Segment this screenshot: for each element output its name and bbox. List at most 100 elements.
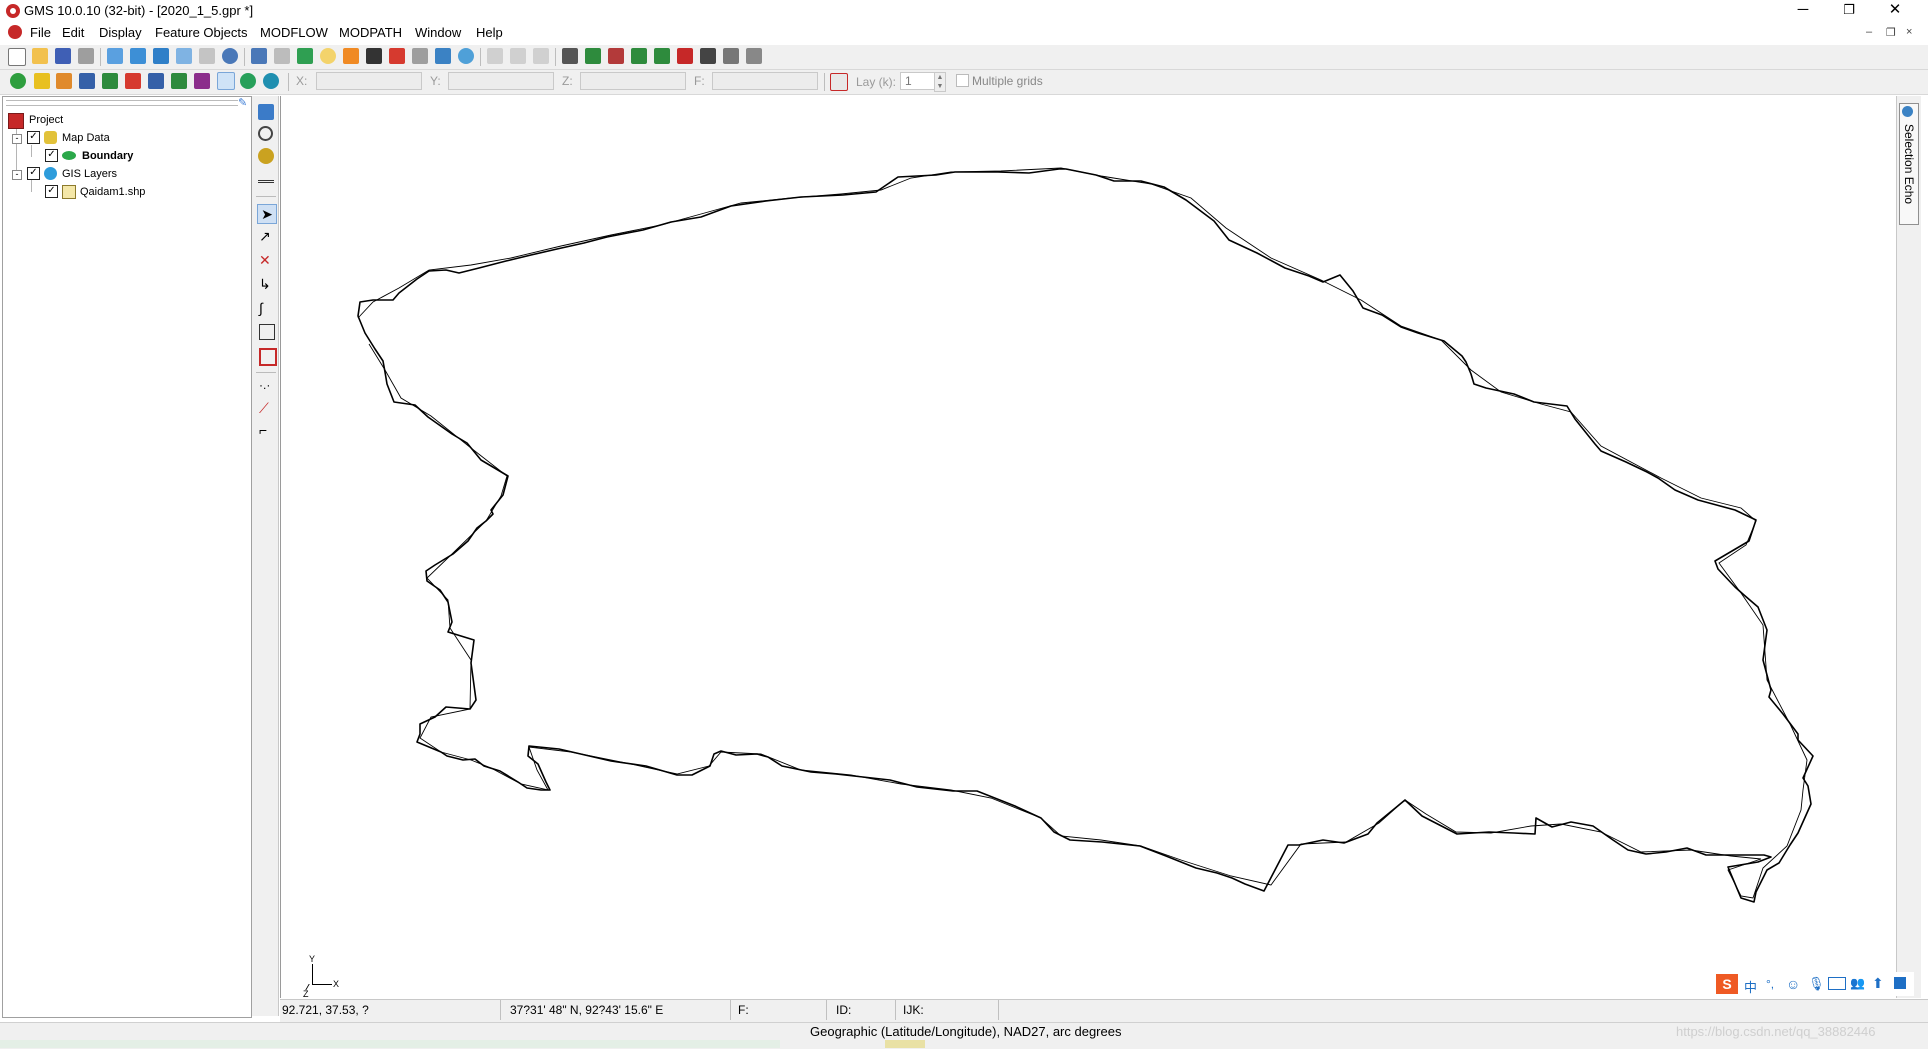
map-to-mesh-icon[interactable] [510,48,526,64]
z-coordinate-field[interactable] [580,72,686,90]
tree-item-map-data[interactable]: Map Data [62,132,110,144]
rt3d-run-icon[interactable] [677,48,693,64]
frame-image-icon[interactable] [222,48,238,64]
mdi-restore-button[interactable]: ❐ [1886,26,1896,39]
data-calculator-icon[interactable] [435,48,451,64]
graphics-window[interactable]: Y X Z [280,96,1895,999]
boundary-map-canvas[interactable] [281,96,1895,998]
ime-skin-icon[interactable]: ⬆ [1872,975,1884,992]
print-icon[interactable] [78,48,94,64]
ime-emoji-icon[interactable]: ☺ [1786,976,1800,992]
menu-modpath[interactable]: MODPATH [339,25,402,40]
mesh3d-module-icon[interactable] [148,73,164,89]
open-folder-icon[interactable] [32,48,48,64]
pest-icon[interactable] [723,48,739,64]
scatter3d-module-icon[interactable] [194,73,210,89]
modpath-run-icon[interactable] [608,48,624,64]
save-icon[interactable] [55,48,71,64]
pan-icon[interactable] [258,104,274,120]
oblique-view-icon[interactable] [176,48,192,64]
menu-feature-objects[interactable]: Feature Objects [155,25,248,40]
solid-module-icon[interactable] [56,73,72,89]
side-view-icon[interactable] [153,48,169,64]
scatter2d-module-icon[interactable] [125,73,141,89]
parameters-icon[interactable] [746,48,762,64]
color-palette-icon[interactable] [389,48,405,64]
ime-logo-icon[interactable]: S [1716,974,1738,994]
tin-module-icon[interactable] [10,73,26,89]
new-file-icon[interactable] [8,48,26,66]
layer-input[interactable]: 1 [900,72,936,90]
zonebudget-icon[interactable] [700,48,716,64]
checkbox-shapefile[interactable]: ✓ [45,185,58,198]
create-polygon-icon[interactable] [259,348,277,366]
checkbox-boundary[interactable]: ✓ [45,149,58,162]
globe-icon[interactable] [458,48,474,64]
boundary-outline-coverage[interactable] [357,168,1814,903]
ime-user-icon[interactable]: 👥 [1850,976,1865,990]
rotate-tool-icon[interactable] [258,148,274,164]
create-curve-icon[interactable]: ⌐ [259,422,267,438]
mdi-close-button[interactable]: × [1906,26,1912,38]
x-coordinate-field[interactable] [316,72,422,90]
mt3d-run-icon[interactable] [631,48,647,64]
layer-spinner[interactable]: ▲ ▼ [934,72,946,92]
calculator-icon[interactable] [412,48,428,64]
gis-module-icon[interactable] [240,73,256,89]
cell-select-icon[interactable] [830,73,848,91]
select-arrow-icon[interactable]: ➤ [257,204,277,224]
create-arc-icon[interactable]: ∫ [259,300,263,316]
collapse-icon[interactable]: - [12,134,22,144]
modflow-check-icon[interactable] [585,48,601,64]
get-info-icon[interactable] [274,48,290,64]
mesh2d-module-icon[interactable] [79,73,95,89]
front-view-icon[interactable] [130,48,146,64]
pin-icon[interactable]: ✎ [238,96,247,109]
menu-help[interactable]: Help [476,25,503,40]
map-to-tin-icon[interactable] [533,48,549,64]
collapse-icon[interactable]: - [12,170,22,180]
select-nodes-icon[interactable]: ↳ [259,276,271,293]
f-value-field[interactable] [712,72,818,90]
close-button[interactable]: ✕ [1872,0,1918,22]
menu-file[interactable]: File [30,25,51,40]
multiple-grids-checkbox[interactable] [956,74,969,87]
select-vertices-icon[interactable]: ✕ [259,252,271,269]
light-bulb-icon[interactable] [320,48,336,64]
modflow-run-icon[interactable] [562,48,578,64]
menu-edit[interactable]: Edit [62,25,84,40]
create-points-icon[interactable]: ·.· [259,378,270,392]
y-coordinate-field[interactable] [448,72,554,90]
create-line-icon[interactable]: ⟋ [259,400,269,417]
tree-item-gis-layers[interactable]: GIS Layers [62,168,117,180]
map-to-grid-icon[interactable] [487,48,503,64]
borehole-module-icon[interactable] [34,73,50,89]
menu-display[interactable]: Display [99,25,142,40]
ime-language-toggle[interactable]: 中 [1744,977,1757,996]
seawat-run-icon[interactable] [654,48,670,64]
select-arcs-icon[interactable]: ↗ [259,228,271,245]
ugrid-module-icon[interactable] [263,73,279,89]
tree-item-shapefile[interactable]: Qaidam1.shp [80,186,145,198]
plan-view-icon[interactable] [107,48,123,64]
menu-window[interactable]: Window [415,25,461,40]
measure-icon[interactable] [258,170,274,183]
tree-item-boundary[interactable]: Boundary [82,150,133,162]
mdi-minimize-button[interactable]: – [1866,26,1872,38]
menu-modflow[interactable]: MODFLOW [260,25,328,40]
display-options-icon[interactable] [251,48,267,64]
checkbox-gis-layers[interactable]: ✓ [27,167,40,180]
refresh-icon[interactable] [297,48,313,64]
grid3d-module-icon[interactable] [171,73,187,89]
zoom-icon[interactable] [258,126,273,141]
document-menu-icon[interactable] [8,25,22,39]
minimize-button[interactable]: ─ [1780,0,1826,22]
ime-keyboard-icon[interactable] [1828,977,1846,990]
rotate-icon[interactable] [199,48,215,64]
map-module-icon[interactable] [217,72,235,90]
restore-button[interactable]: ❐ [1826,0,1872,22]
histogram-icon[interactable] [343,48,359,64]
ime-menu-icon[interactable] [1894,977,1906,989]
ime-voice-icon[interactable]: 🎙 [1808,976,1825,992]
ime-punctuation-icon[interactable]: °, [1766,977,1774,991]
